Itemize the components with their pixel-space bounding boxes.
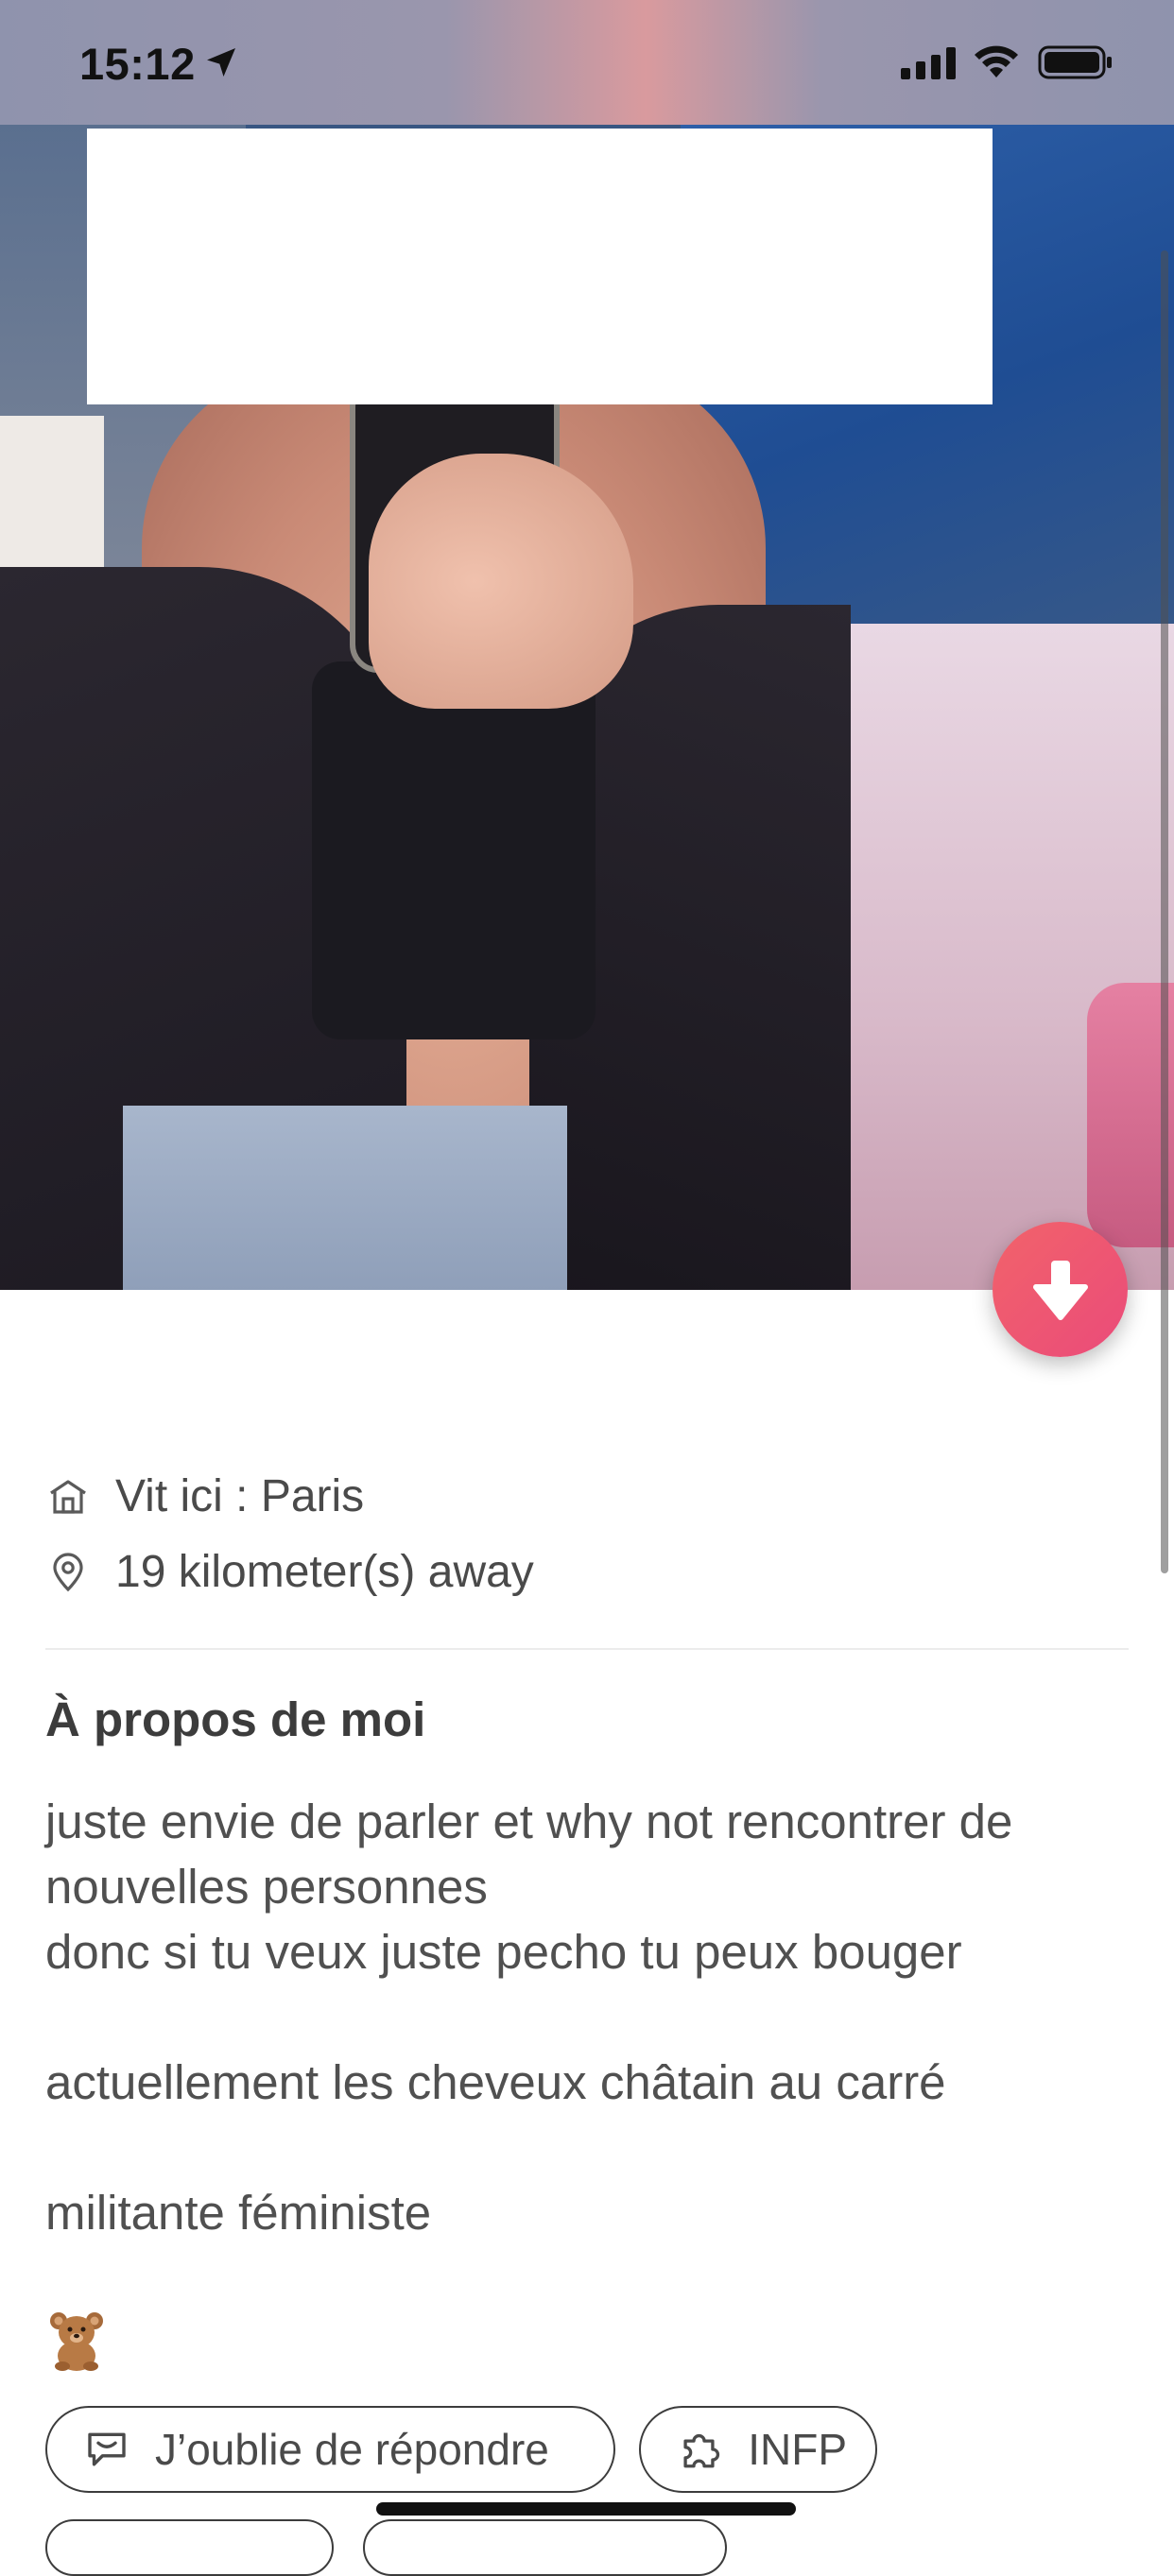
photo-detail: [123, 1106, 567, 1290]
location-arrow-icon: [207, 48, 235, 77]
speech-bubble-icon: [88, 2432, 126, 2466]
status-bar: 15:12: [0, 0, 1174, 125]
photo-detail: [312, 661, 596, 1039]
profile-photo[interactable]: [0, 0, 1174, 1290]
wifi-icon: [975, 45, 1018, 77]
scroll-down-button[interactable]: [993, 1222, 1128, 1357]
scroll-indicator[interactable]: [1161, 250, 1168, 1573]
trait-chip[interactable]: [363, 2519, 727, 2576]
distance-text: 19 kilometer(s) away: [115, 1547, 534, 1597]
about-line: actuellement les cheveux châtain au carr…: [45, 2055, 946, 2109]
teddy-bear-icon: [50, 2312, 103, 2371]
lives-in-row: Vit ici : Paris: [45, 1470, 364, 1522]
battery-icon: [1038, 45, 1112, 79]
trait-chip-label: INFP: [748, 2425, 847, 2474]
divider: [45, 1648, 1129, 1650]
location-pin-icon: [53, 1552, 83, 1591]
trait-chip[interactable]: INFP: [639, 2406, 877, 2493]
trait-chip[interactable]: J’oublie de répondre: [45, 2406, 615, 2493]
about-line: donc si tu veux juste pecho tu peux boug…: [45, 1925, 962, 1979]
about-line: nouvelles personnes: [45, 1860, 488, 1914]
about-title: À propos de moi: [45, 1692, 426, 1746]
photo-detail: [369, 454, 633, 709]
home-indicator[interactable]: [376, 2502, 796, 2516]
about-text: juste envie de parler et why not rencont…: [45, 1789, 1142, 2245]
distance-row: 19 kilometer(s) away: [45, 1546, 534, 1598]
status-time: 15:12: [79, 39, 196, 89]
redaction-box: [87, 129, 993, 404]
trait-chip[interactable]: [45, 2519, 334, 2576]
cellular-signal-icon: [901, 47, 956, 79]
about-line: militante féministe: [45, 2186, 432, 2240]
home-icon: [50, 1479, 86, 1514]
about-line: juste envie de parler et why not rencont…: [45, 1795, 1013, 1848]
puzzle-icon: [683, 2434, 720, 2468]
lives-in-text: Vit ici : Paris: [115, 1471, 365, 1521]
arrow-down-icon: [1032, 1260, 1088, 1320]
trait-chip-label: J’oublie de répondre: [155, 2425, 549, 2474]
